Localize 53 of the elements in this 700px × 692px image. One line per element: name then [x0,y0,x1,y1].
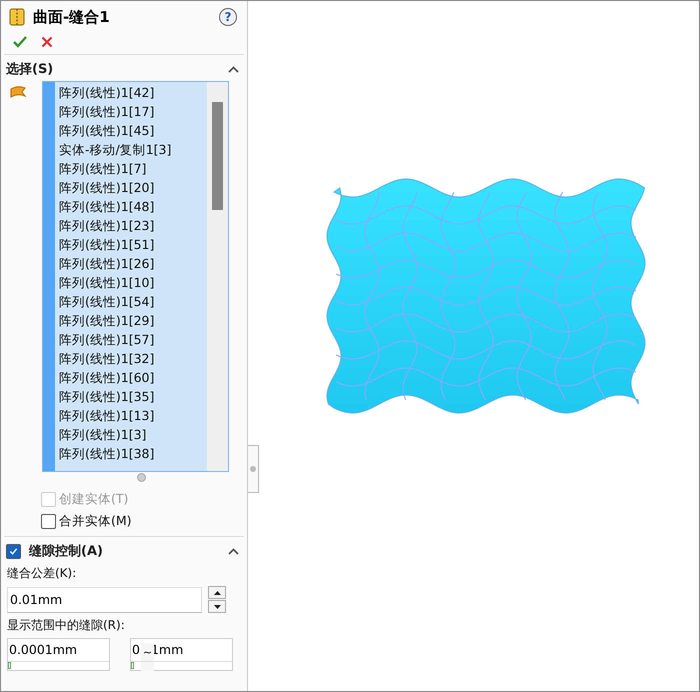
resize-handle[interactable] [137,473,146,482]
slider-thumb[interactable] [131,662,134,669]
cancel-button[interactable] [41,36,53,48]
help-button[interactable]: ? [219,8,237,26]
list-item[interactable]: 阵列(线性)1[42] [55,83,207,102]
field-label: 显示范围中的缝隙(R): [6,617,126,634]
down-arrow-icon [214,604,220,608]
caret-icon [228,548,239,554]
panel-title: 曲面-缝合1 [33,8,111,26]
list-item[interactable]: 阵列(线性)1[38] [55,444,207,463]
list-item[interactable]: 阵列(线性)1[35] [55,387,207,406]
spin-down-button[interactable] [208,600,226,613]
list-item[interactable]: 阵列(线性)1[26] [55,254,207,273]
list-item[interactable]: 阵列(线性)1[29] [55,311,207,330]
list-item[interactable]: 阵列(线性)1[32] [55,349,207,368]
list-item[interactable]: 阵列(线性)1[57] [55,330,207,349]
panel-collapse-handle[interactable] [248,445,259,493]
section-title: 选择(S) [6,61,54,78]
collapse-button[interactable] [228,66,239,72]
list-item[interactable]: 阵列(线性)1[17] [55,102,207,121]
list-item[interactable]: 阵列(线性)1[51] [55,235,207,254]
section-title: 缝隙控制(A) [29,543,104,560]
field-label: 缝合公差(K): [6,565,78,582]
collapse-button[interactable] [228,548,239,554]
list-item[interactable]: 阵列(线性)1[45] [55,121,207,140]
list-item[interactable]: 阵列(线性)1[7] [55,159,207,178]
list-item[interactable]: 阵列(线性)1[54] [55,292,207,311]
list-item[interactable]: 阵列(线性)1[3] [55,425,207,444]
list-item[interactable]: 实体-移动/复制1[3] [55,140,207,159]
zipper-icon [9,8,25,26]
list-item[interactable]: 阵列(线性)1[13] [55,406,207,425]
slider-thumb[interactable] [8,662,11,669]
tilde-separator: ~ [141,643,154,671]
checkbox[interactable] [6,544,21,558]
checkbox[interactable] [41,514,56,528]
spin-up-button[interactable] [208,586,226,599]
caret-icon [228,66,239,72]
list-item[interactable]: 阵列(线性)1[10] [55,273,207,292]
ok-button[interactable] [13,36,27,48]
checkbox-label: 创建实体(T) [59,490,128,508]
list-item[interactable]: 阵列(线性)1[60] [55,368,207,387]
slider-track[interactable] [131,661,232,670]
slider-track[interactable] [8,661,109,670]
checkmark-icon [9,546,18,556]
list-item[interactable]: 阵列(线性)1[23] [55,216,207,235]
up-arrow-icon [214,590,220,594]
tolerance-field[interactable]: 0.01mm [7,586,202,612]
list-item[interactable]: 阵列(线性)1[48] [55,197,207,216]
checkbox-label: 合并实体(M) [59,512,132,530]
pennant-icon [9,85,27,99]
scrollbar-thumb[interactable] [212,102,223,210]
range-max-value[interactable]: 0 [132,639,140,661]
list-item[interactable]: 阵列(线性)1[20] [55,178,207,197]
